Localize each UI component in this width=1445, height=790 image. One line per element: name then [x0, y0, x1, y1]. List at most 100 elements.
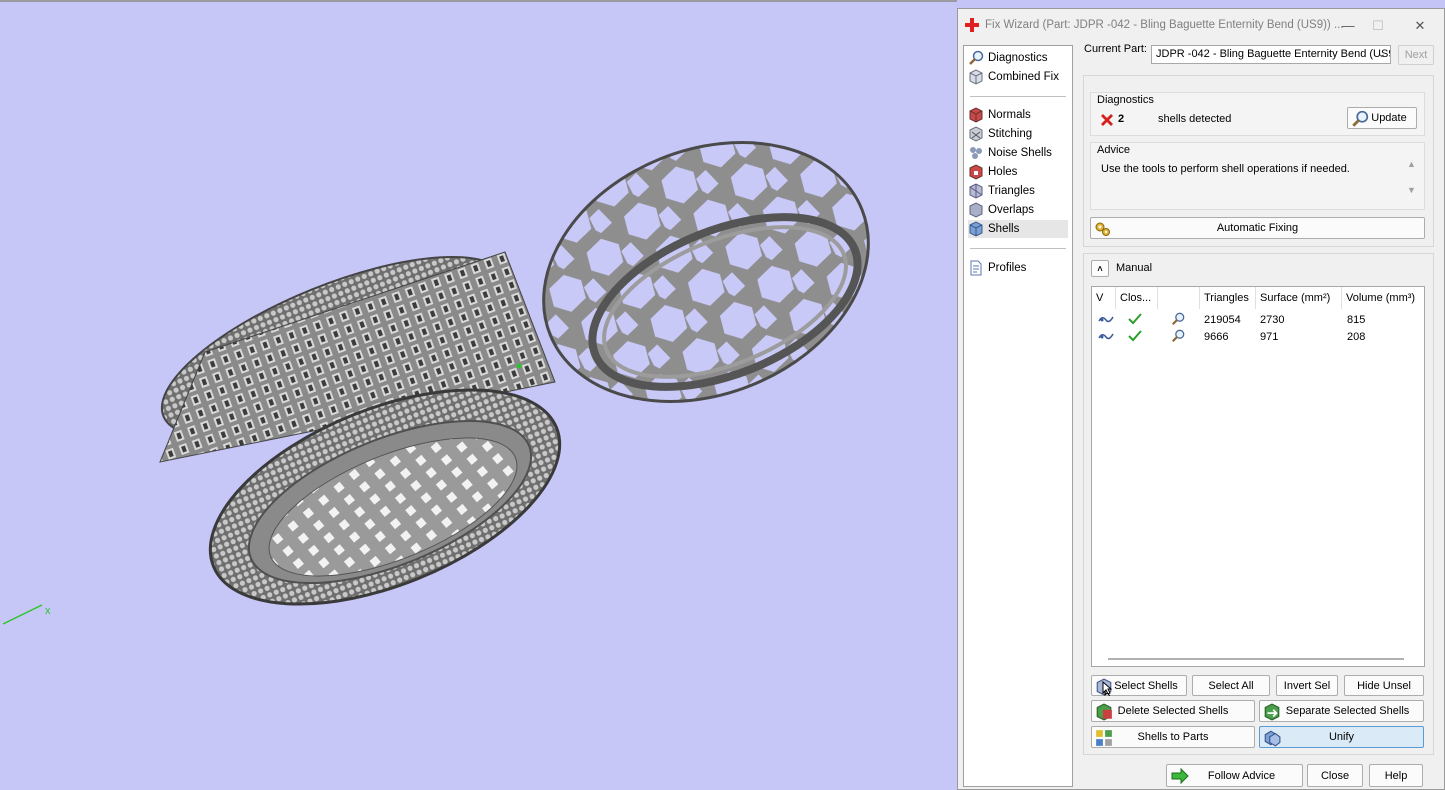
magnifier-icon[interactable]: [1171, 329, 1185, 343]
update-label: Update: [1371, 112, 1407, 124]
pivot-marker: [516, 363, 522, 369]
nav-label: Stitching: [988, 128, 1033, 140]
column-header[interactable]: V: [1092, 287, 1116, 309]
shells-to-parts-label: Shells to Parts: [1137, 731, 1209, 743]
nav-label: Overlaps: [988, 204, 1035, 216]
current-part-select[interactable]: JDPR -042 - Bling Baguette Enternity Ben…: [1151, 45, 1391, 64]
unify-button[interactable]: Unify: [1259, 726, 1424, 748]
visibility-icon[interactable]: [1098, 329, 1114, 343]
volume-cell: 815: [1347, 314, 1366, 326]
nav-label: Triangles: [988, 185, 1035, 197]
nav-noise-shells[interactable]: Noise Shells: [968, 144, 1068, 162]
nav-label: Normals: [988, 109, 1031, 121]
shells-count: 2: [1118, 113, 1125, 125]
fix-wizard-dialog: Fix Wizard (Part: JDPR -042 - Bling Bagu…: [957, 8, 1445, 790]
close-window-button[interactable]: ✕: [1410, 17, 1430, 35]
manual-title: Manual: [1116, 262, 1153, 274]
nav-profiles[interactable]: Profiles: [968, 259, 1068, 277]
ring-baguette-model[interactable]: [140, 220, 589, 648]
scroll-down-icon[interactable]: ▼: [1407, 185, 1416, 195]
volume-cell: 208: [1347, 331, 1366, 343]
separate-selected-label: Separate Selected Shells: [1285, 705, 1410, 717]
delete-shells-icon: [1096, 703, 1112, 721]
separate-selected-shells-button[interactable]: Separate Selected Shells: [1259, 700, 1424, 722]
shells-icon: [969, 221, 983, 237]
current-part-label: Current Part:: [1084, 43, 1147, 55]
nav-combined-fix[interactable]: Combined Fix: [968, 68, 1068, 86]
column-header[interactable]: Volume (mm³): [1342, 287, 1426, 309]
nav-separator: [970, 248, 1066, 249]
nav-diagnostics[interactable]: Diagnostics: [968, 49, 1068, 67]
invert-selection-button[interactable]: Invert Sel: [1276, 675, 1338, 696]
column-header[interactable]: Triangles: [1200, 287, 1256, 309]
scroll-up-icon[interactable]: ▲: [1407, 159, 1416, 169]
unify-icon: [1264, 730, 1281, 747]
nav-label: Noise Shells: [988, 147, 1052, 159]
surface-cell: 2730: [1260, 314, 1285, 326]
nav-normals[interactable]: Normals: [968, 106, 1068, 124]
model-scene[interactable]: x: [0, 2, 957, 790]
select-shells-label: Select Shells: [1114, 679, 1178, 692]
horizontal-scrollbar[interactable]: [1108, 658, 1404, 660]
diagnostics-box: Diagnostics 2 shells detected Update: [1090, 92, 1425, 136]
nav-shells[interactable]: Shells: [968, 220, 1068, 238]
shells-to-parts-icon: [1096, 730, 1112, 746]
follow-advice-button[interactable]: Follow Advice: [1166, 764, 1303, 787]
title-bar[interactable]: Fix Wizard (Part: JDPR -042 - Bling Bagu…: [958, 9, 1444, 43]
delete-selected-shells-button[interactable]: Delete Selected Shells: [1091, 700, 1255, 722]
collapse-manual-button[interactable]: ˄: [1091, 260, 1109, 277]
checkmark-icon: [1128, 330, 1142, 342]
current-part-value: JDPR -042 - Bling Baguette Enternity Ben…: [1156, 48, 1391, 60]
checkmark-icon: [1128, 313, 1142, 325]
axis-x-label: x: [45, 605, 51, 617]
fix-category-list: Diagnostics Combined Fix Normals Stitchi…: [963, 45, 1073, 787]
ring-honeycomb-model[interactable]: [505, 96, 908, 448]
shells-to-parts-button[interactable]: Shells to Parts: [1091, 726, 1255, 748]
triangles-cell: 219054: [1204, 314, 1241, 326]
mouse-cursor-icon: [1102, 681, 1112, 695]
magnifier-icon: [969, 50, 984, 65]
triangles-cell: 9666: [1204, 331, 1229, 343]
update-button[interactable]: Update: [1347, 107, 1417, 129]
column-header[interactable]: [1158, 287, 1200, 309]
visibility-icon[interactable]: [1098, 312, 1114, 326]
magnifier-icon[interactable]: [1171, 312, 1185, 326]
advice-title: Advice: [1097, 144, 1131, 156]
nav-holes[interactable]: Holes: [968, 163, 1068, 181]
select-all-button[interactable]: Select All: [1192, 675, 1270, 696]
cube-icon: [969, 69, 983, 85]
separate-shells-icon: [1264, 703, 1280, 721]
shells-table[interactable]: V Clos... Triangles Surface (mm²) Volume…: [1091, 286, 1425, 667]
nav-label: Holes: [988, 166, 1018, 178]
close-button[interactable]: Close: [1307, 764, 1363, 787]
nav-overlaps[interactable]: Overlaps: [968, 201, 1068, 219]
dialog-title: Fix Wizard (Part: JDPR -042 - Bling Bagu…: [985, 19, 1344, 31]
nav-stitching[interactable]: Stitching: [968, 125, 1068, 143]
diagnostics-group: Diagnostics 2 shells detected Update Adv…: [1083, 75, 1434, 247]
3d-viewport[interactable]: x: [0, 0, 957, 790]
maximize-button[interactable]: ☐: [1368, 17, 1388, 35]
column-header[interactable]: Clos...: [1116, 287, 1158, 309]
shells-detected-text: shells detected: [1158, 113, 1232, 125]
automatic-fixing-button[interactable]: Automatic Fixing: [1090, 217, 1425, 239]
table-row[interactable]: 9666 971 208: [1092, 328, 1424, 345]
medical-cross-icon: [965, 18, 979, 32]
nav-triangles[interactable]: Triangles: [968, 182, 1068, 200]
column-header[interactable]: Surface (mm²): [1256, 287, 1342, 309]
surface-cell: 971: [1260, 331, 1279, 343]
axis-indicator: x: [2, 604, 51, 625]
next-button[interactable]: Next: [1398, 45, 1434, 65]
hide-unselected-button[interactable]: Hide Unsel: [1344, 675, 1424, 696]
nav-label: Diagnostics: [988, 52, 1048, 64]
chevron-up-icon: ˄: [1097, 263, 1103, 274]
nav-label: Profiles: [988, 262, 1027, 274]
delete-selected-label: Delete Selected Shells: [1117, 705, 1229, 717]
magnifier-icon: [1352, 110, 1369, 127]
table-row[interactable]: 219054 2730 815: [1092, 311, 1424, 328]
automatic-fixing-label: Automatic Fixing: [1216, 222, 1299, 234]
minimize-button[interactable]: —: [1338, 17, 1358, 35]
help-button[interactable]: Help: [1369, 764, 1423, 787]
arrow-right-icon: [1171, 768, 1189, 784]
diagnostics-title: Diagnostics: [1097, 94, 1154, 106]
unify-label: Unify: [1328, 731, 1355, 743]
